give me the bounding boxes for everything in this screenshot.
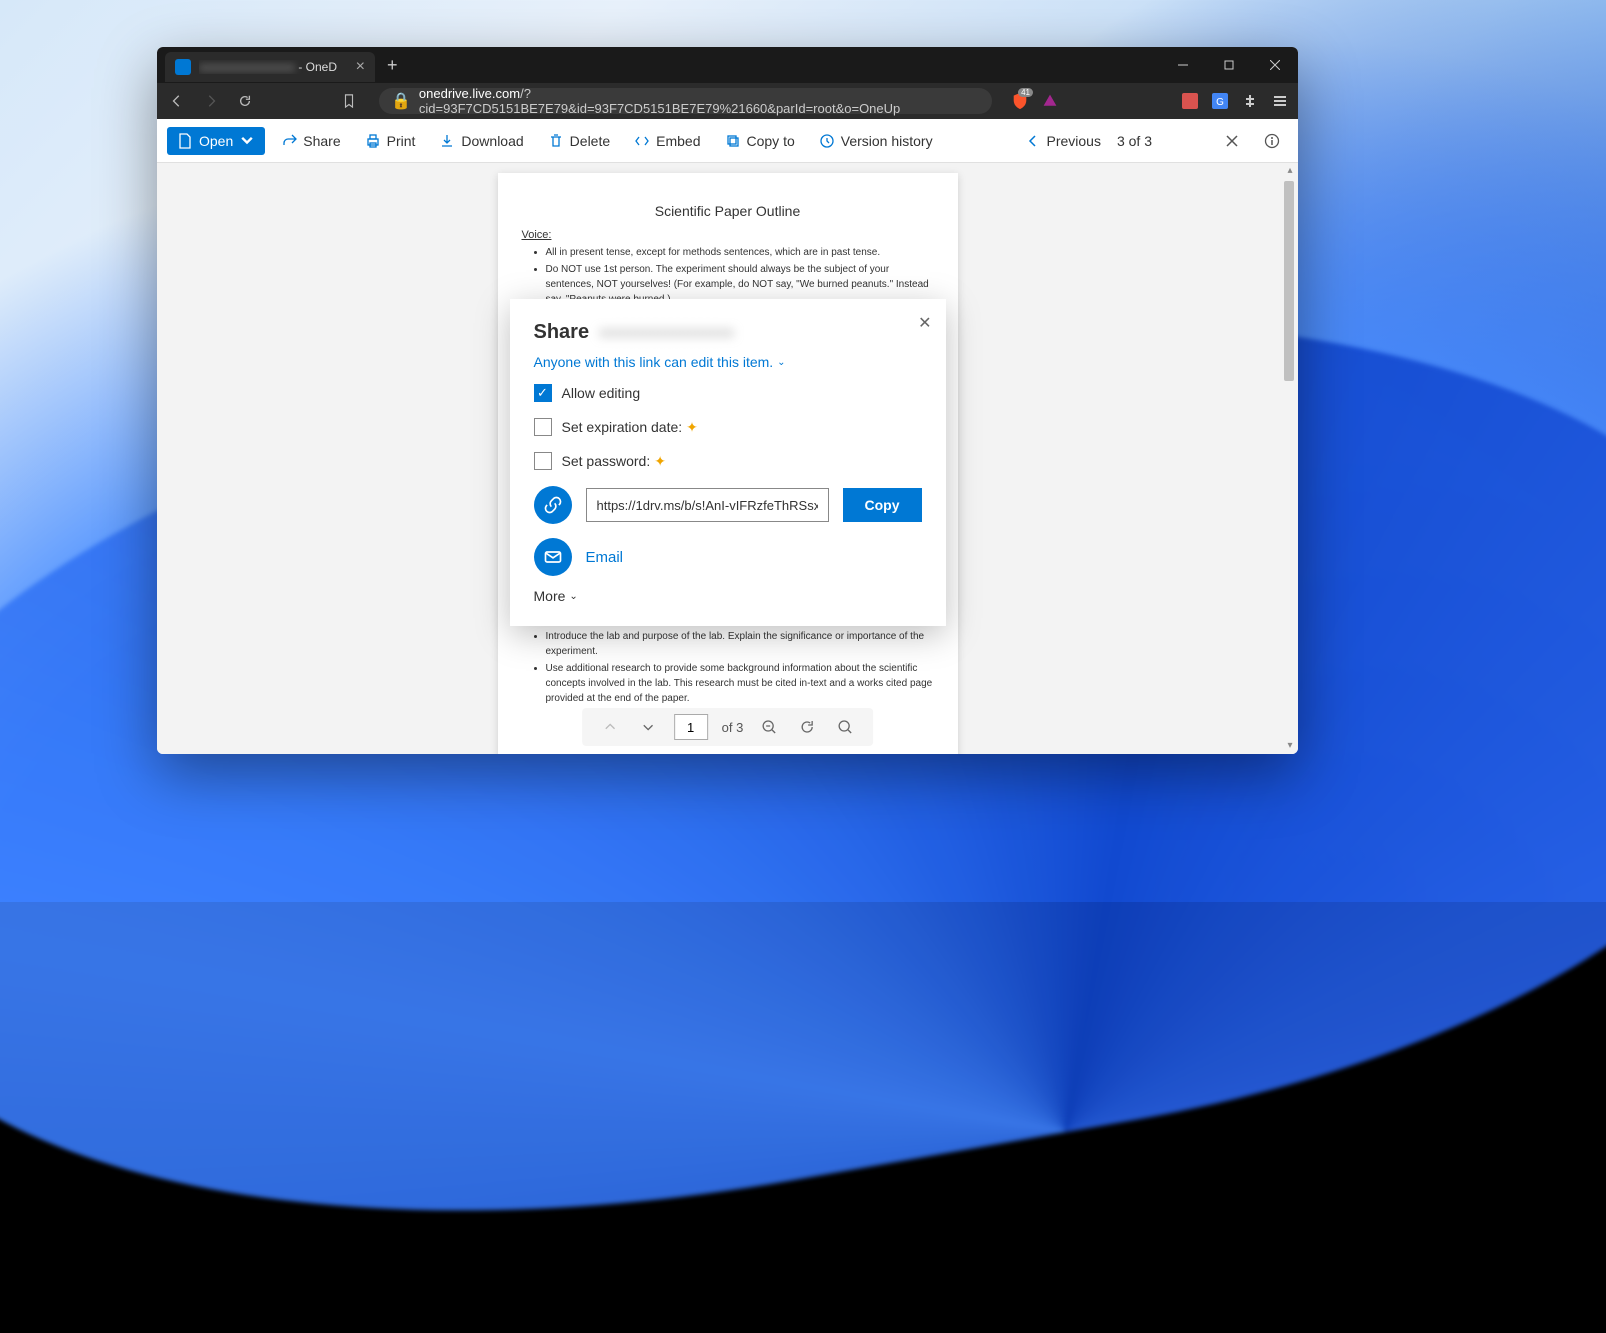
browser-window: xxxxxxxxxxxxxxxx - OneD × + 🔒 onedrive.l… [157,47,1298,754]
pdf-page-controls: of 3 [582,708,874,746]
set-expiration-option[interactable]: Set expiration date:✦ [534,418,922,436]
window-close-button[interactable] [1252,47,1298,83]
new-tab-button[interactable]: + [387,55,398,76]
brave-shields-icon[interactable]: 41 [1010,91,1030,111]
zoom-out-button[interactable] [757,715,781,739]
rotate-button[interactable] [795,715,819,739]
info-button[interactable] [1256,125,1288,157]
tab-close-icon[interactable]: × [356,58,365,76]
vertical-scrollbar[interactable]: ▴ ▾ [1284,163,1296,754]
share-link-input[interactable] [586,488,829,522]
chevron-down-icon: ⌄ [569,591,577,602]
dialog-close-button[interactable]: ✕ [918,313,931,333]
delete-button[interactable]: Delete [540,127,618,155]
more-dropdown[interactable]: More⌄ [534,588,922,604]
premium-icon: ✦ [686,419,698,436]
password-checkbox[interactable] [534,452,552,470]
onedrive-toolbar: Open Share Print Download Delete Embed C… [157,119,1298,163]
email-option[interactable]: Email [534,538,922,576]
premium-icon: ✦ [654,453,666,470]
embed-button[interactable]: Embed [626,127,708,155]
lock-icon: 🔒 [391,91,411,111]
tab-title: xxxxxxxxxxxxxxxx - OneD [199,60,348,74]
shields-count-badge: 41 [1018,88,1033,97]
svg-text:G: G [1216,97,1224,108]
link-icon [534,486,572,524]
allow-editing-checkbox[interactable] [534,384,552,402]
browser-tab[interactable]: xxxxxxxxxxxxxxxx - OneD × [165,52,375,82]
doc-lower-list: Introduce the lab and purpose of the lab… [522,629,934,706]
share-heading: Share xxxxxxxxxxxxxxxxxx [534,321,922,344]
translate-icon[interactable]: G [1210,91,1230,111]
doc-section-voice: Voice: [522,229,934,241]
close-panel-button[interactable] [1216,125,1248,157]
document-viewport: Scientific Paper Outline Voice: All in p… [157,163,1298,754]
email-icon [534,538,572,576]
forward-button[interactable] [199,89,223,113]
page-up-button[interactable] [598,715,622,739]
page-indicator: 3 of 3 [1117,133,1152,149]
reload-button[interactable] [233,89,257,113]
url-text: onedrive.live.com/?cid=93F7CD5151BE7E79&… [419,86,980,116]
print-button[interactable]: Print [357,127,424,155]
chevron-down-icon: ⌄ [777,357,785,368]
window-maximize-button[interactable] [1206,47,1252,83]
open-button[interactable]: Open [167,127,265,155]
scrollbar-thumb[interactable] [1284,181,1294,381]
scroll-down-arrow[interactable]: ▾ [1284,740,1296,752]
expiration-checkbox[interactable] [534,418,552,436]
scroll-up-arrow[interactable]: ▴ [1284,165,1296,177]
doc-title: Scientific Paper Outline [522,203,934,219]
extension-icon-1[interactable] [1180,91,1200,111]
back-button[interactable] [165,89,189,113]
copy-button[interactable]: Copy [843,488,922,522]
permission-dropdown[interactable]: Anyone with this link can edit this item… [534,354,922,370]
allow-editing-option[interactable]: Allow editing [534,384,922,402]
extensions-icon[interactable] [1240,91,1260,111]
set-password-option[interactable]: Set password:✦ [534,452,922,470]
page-down-button[interactable] [636,715,660,739]
bookmark-icon[interactable] [337,89,361,113]
share-button[interactable]: Share [273,127,348,155]
previous-button[interactable]: Previous [1017,127,1109,155]
download-button[interactable]: Download [431,127,531,155]
doc-voice-list: All in present tense, except for methods… [522,245,934,307]
url-input[interactable]: 🔒 onedrive.live.com/?cid=93F7CD5151BE7E7… [379,88,992,114]
copy-to-button[interactable]: Copy to [717,127,803,155]
version-history-button[interactable]: Version history [811,127,941,155]
page-number-input[interactable] [674,714,708,740]
browser-addressbar: 🔒 onedrive.live.com/?cid=93F7CD5151BE7E7… [157,83,1298,119]
brave-rewards-icon[interactable] [1040,91,1060,111]
share-dialog: ✕ Share xxxxxxxxxxxxxxxxxx Anyone with t… [510,299,946,626]
window-minimize-button[interactable] [1160,47,1206,83]
menu-icon[interactable] [1270,91,1290,111]
onedrive-favicon-icon [175,59,191,75]
search-button[interactable] [833,715,857,739]
browser-titlebar: xxxxxxxxxxxxxxxx - OneD × + [157,47,1298,83]
page-total: of 3 [722,720,744,735]
